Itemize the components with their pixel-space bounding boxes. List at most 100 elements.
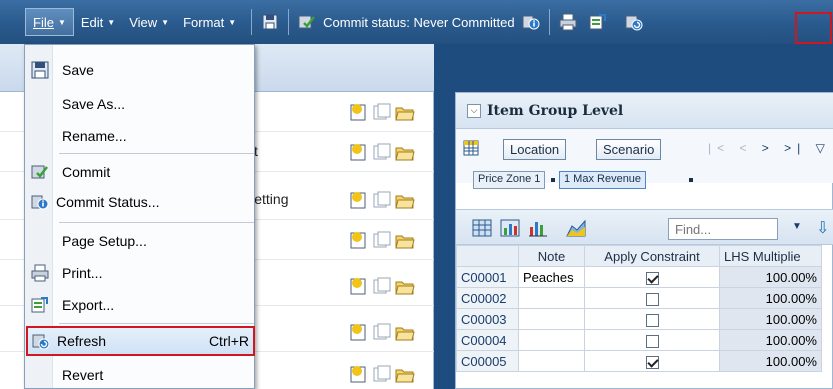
menu-view[interactable]: View ▼ bbox=[122, 7, 176, 37]
menu-format[interactable]: Format ▼ bbox=[176, 7, 243, 37]
lhs-multiplier-cell[interactable]: 100.00% bbox=[719, 329, 822, 351]
menu-item-save-as[interactable]: Save As... bbox=[25, 89, 254, 119]
commit-icon bbox=[31, 163, 49, 181]
find-input[interactable] bbox=[668, 218, 778, 240]
lhs-multiplier-cell[interactable]: 100.00% bbox=[719, 308, 822, 330]
dimension-bar: Location Scenario |< < > >| ▽ Price Zone… bbox=[456, 129, 833, 189]
panel-header: ⌵ Item Group Level bbox=[456, 93, 833, 129]
pager-controls[interactable]: |< < > >| ▽ bbox=[708, 141, 831, 155]
menu-item-commit[interactable]: Commit bbox=[25, 157, 254, 187]
row-header: C00005 bbox=[456, 350, 519, 372]
open-folder-icon bbox=[395, 281, 415, 295]
panel-title: Item Group Level bbox=[487, 102, 624, 119]
new-icon bbox=[350, 192, 366, 209]
menu-item-commit-status[interactable]: Commit Status... bbox=[25, 187, 254, 217]
chevron-down-icon: ▼ bbox=[228, 17, 237, 27]
menu-edit-label: Edit bbox=[80, 14, 104, 30]
toolbar-separator bbox=[288, 9, 290, 35]
row-header: C00001 bbox=[456, 266, 519, 288]
lhs-multiplier-cell[interactable]: 100.00% bbox=[719, 350, 822, 372]
apply-constraint-checkbox[interactable] bbox=[645, 334, 659, 348]
note-cell[interactable] bbox=[518, 350, 585, 372]
dimension-scenario-button[interactable]: Scenario bbox=[596, 139, 662, 160]
column-header-lhs-multiplier[interactable]: LHS Multiplie bbox=[719, 245, 822, 267]
new-icon bbox=[350, 324, 366, 341]
column-header-apply-constraint[interactable]: Apply Constraint bbox=[584, 245, 720, 267]
row-action-icons bbox=[349, 102, 415, 122]
menu-item-rename[interactable]: Rename... bbox=[25, 121, 254, 151]
lhs-multiplier-cell[interactable]: 100.00% bbox=[719, 266, 822, 288]
apply-constraint-cell bbox=[584, 266, 720, 288]
chart-table-icon[interactable] bbox=[500, 218, 520, 238]
menu-item-save[interactable]: Save bbox=[25, 55, 254, 85]
apply-constraint-cell bbox=[584, 287, 720, 309]
collapse-icon[interactable]: ⌵ bbox=[467, 103, 481, 118]
row-header: C00004 bbox=[456, 329, 519, 351]
area-chart-icon[interactable] bbox=[566, 218, 586, 238]
menu-item-export[interactable]: Export... bbox=[25, 290, 254, 320]
column-header-note[interactable]: Note bbox=[518, 245, 585, 267]
chevron-down-icon: ▼ bbox=[107, 17, 116, 27]
data-grid: Note Apply Constraint LHS Multiplie C000… bbox=[456, 245, 822, 372]
member-max-revenue[interactable]: 1 Max Revenue bbox=[559, 171, 647, 189]
row-header: C00002 bbox=[456, 287, 519, 309]
menu-item-print[interactable]: Print... bbox=[25, 258, 254, 288]
row-action-icons bbox=[349, 190, 415, 210]
chevron-down-icon[interactable]: ▼ bbox=[792, 221, 802, 232]
menu-item-revert[interactable]: Revert bbox=[25, 360, 254, 389]
toolbar-separator bbox=[251, 9, 253, 35]
export-icon[interactable] bbox=[588, 12, 608, 32]
apply-constraint-checkbox[interactable] bbox=[645, 292, 659, 306]
open-folder-icon bbox=[395, 235, 415, 249]
new-icon bbox=[350, 366, 366, 383]
apply-constraint-checkbox[interactable] bbox=[645, 313, 659, 327]
grid-header-row: Note Apply Constraint LHS Multiplie bbox=[456, 245, 822, 267]
row-action-icons bbox=[349, 276, 415, 296]
menu-item-label: Save As... bbox=[62, 96, 126, 112]
menu-separator bbox=[59, 323, 254, 324]
menu-file-label: File bbox=[33, 14, 54, 30]
menu-item-page-setup[interactable]: Page Setup... bbox=[25, 226, 254, 256]
save-icon[interactable] bbox=[260, 12, 280, 32]
commit-status-icon bbox=[31, 193, 49, 211]
row-header: C00003 bbox=[456, 308, 519, 330]
dimension-location-button[interactable]: Location bbox=[503, 139, 567, 160]
menu-item-label: Commit bbox=[62, 164, 111, 180]
menu-item-refresh[interactable]: Refresh Ctrl+R bbox=[26, 326, 255, 356]
menu-file[interactable]: File ▼ bbox=[25, 8, 74, 36]
menu-item-label: Save bbox=[62, 62, 94, 78]
view-toolbar: ▼ ⇩ bbox=[456, 209, 833, 245]
menu-view-label: View bbox=[129, 14, 158, 30]
new-icon bbox=[350, 104, 366, 121]
commit-icon[interactable] bbox=[297, 12, 317, 32]
table-view-icon[interactable] bbox=[472, 218, 492, 238]
member-price-zone[interactable]: Price Zone 1 bbox=[473, 171, 546, 189]
new-icon bbox=[350, 232, 366, 249]
bar-chart-icon[interactable] bbox=[528, 218, 548, 238]
lhs-multiplier-cell[interactable]: 100.00% bbox=[719, 287, 822, 309]
print-icon[interactable] bbox=[558, 12, 578, 32]
table-row: C00005 100.00% bbox=[456, 350, 822, 372]
member-separator bbox=[551, 178, 555, 182]
note-cell[interactable] bbox=[518, 308, 585, 330]
note-cell[interactable]: Peaches bbox=[518, 266, 585, 288]
toolbar-separator bbox=[548, 9, 550, 35]
commit-status-icon[interactable] bbox=[521, 12, 541, 32]
table-row: C00001 Peaches 100.00% bbox=[456, 266, 822, 288]
refresh-icon[interactable] bbox=[624, 12, 644, 32]
export-icon bbox=[31, 296, 49, 314]
copy-icon bbox=[373, 143, 391, 160]
apply-constraint-checkbox[interactable] bbox=[645, 355, 659, 369]
apply-constraint-cell bbox=[584, 350, 720, 372]
note-cell[interactable] bbox=[518, 329, 585, 351]
menu-item-label: Rename... bbox=[62, 128, 127, 144]
column-header bbox=[456, 245, 519, 267]
apply-constraint-checkbox[interactable] bbox=[645, 271, 659, 285]
note-cell[interactable] bbox=[518, 287, 585, 309]
menu-edit[interactable]: Edit ▼ bbox=[74, 7, 122, 37]
row-action-icons bbox=[349, 322, 415, 342]
grid-layout-icon[interactable] bbox=[463, 140, 479, 159]
new-icon bbox=[350, 144, 366, 161]
find-next-icon[interactable]: ⇩ bbox=[816, 218, 829, 238]
new-icon bbox=[350, 278, 366, 295]
